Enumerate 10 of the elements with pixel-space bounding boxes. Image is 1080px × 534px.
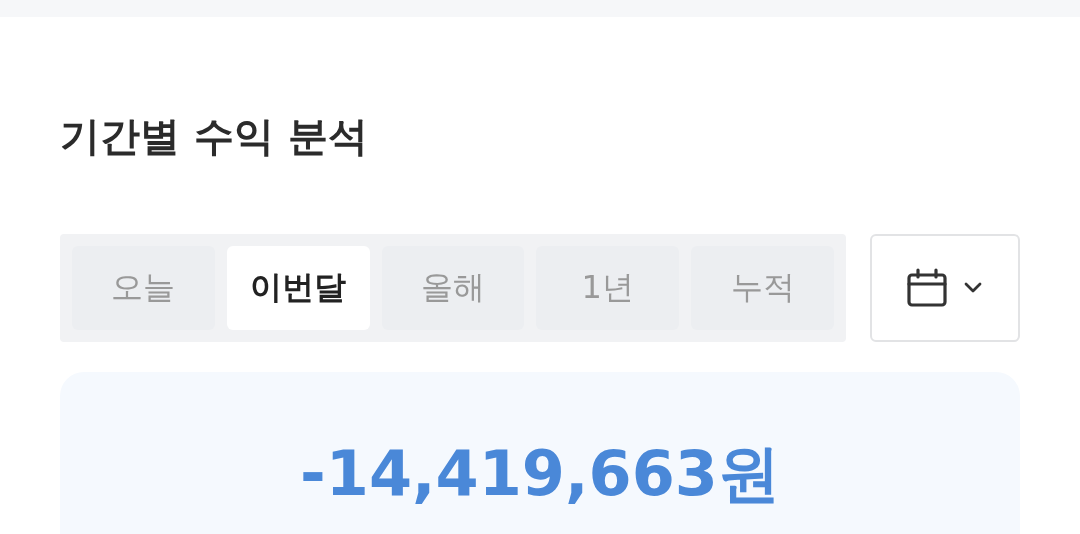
chevron-down-icon	[962, 281, 984, 295]
period-tab[interactable]: 오늘	[72, 246, 215, 330]
section-title: 기간별 수익 분석	[60, 112, 369, 161]
date-picker-button[interactable]	[870, 234, 1020, 342]
period-tab[interactable]: 누적	[691, 246, 834, 330]
period-tab[interactable]: 이번달	[226, 246, 370, 330]
period-tab[interactable]: 1년	[536, 246, 680, 330]
profit-amount: -14,419,663원	[300, 436, 780, 512]
period-tab[interactable]: 올해	[381, 246, 525, 330]
calendar-icon	[906, 268, 948, 308]
